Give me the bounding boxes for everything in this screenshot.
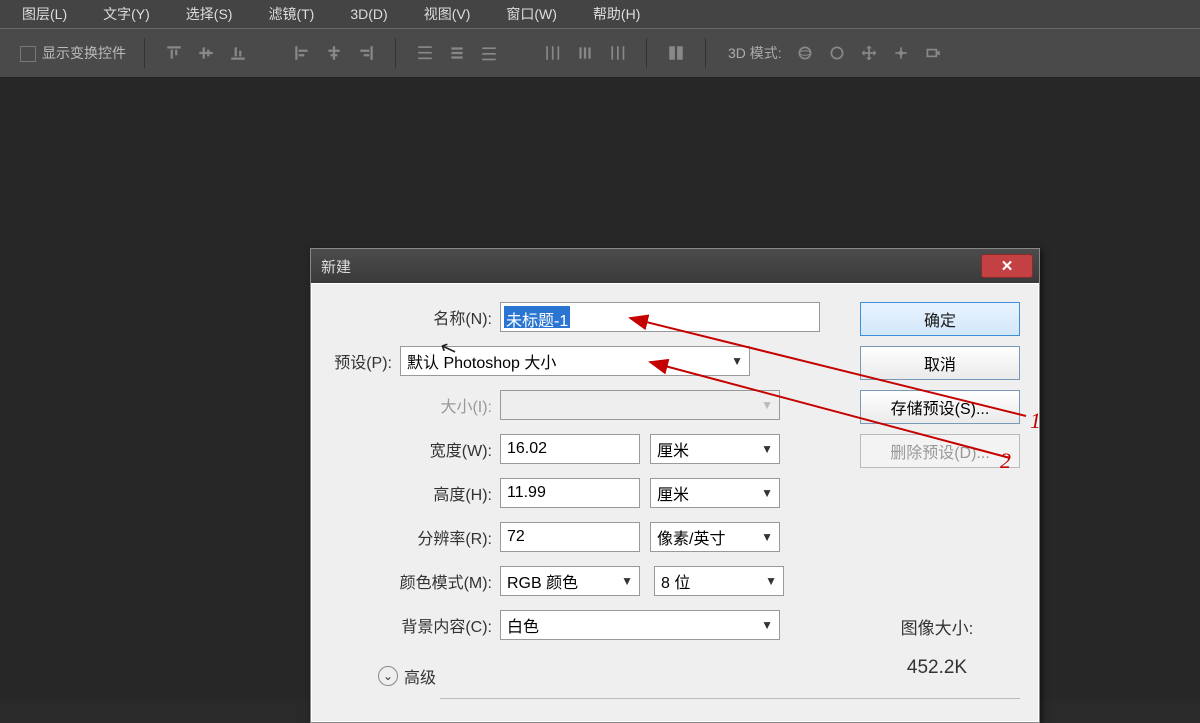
bg-content-combo[interactable]: 白色 ▼ <box>500 610 780 640</box>
align-hcenter-icon[interactable] <box>323 42 345 64</box>
size-combo: ▼ <box>500 390 780 420</box>
dist-left-icon[interactable] <box>542 42 564 64</box>
chevron-down-icon: ▼ <box>761 530 773 544</box>
options-bar: 显示变换控件 3D 模式: <box>0 28 1200 78</box>
close-button[interactable]: ✕ <box>981 254 1033 278</box>
dialog-side-buttons: 确定 取消 存储预设(S)... 删除预设(D)... <box>860 302 1020 468</box>
dialog-titlebar[interactable]: 新建 ✕ <box>311 249 1039 283</box>
name-input-value: 未标题-1 <box>504 306 570 328</box>
align-right-icon[interactable] <box>355 42 377 64</box>
chevron-down-icon: ▼ <box>731 354 743 368</box>
zoom-3d-icon[interactable] <box>922 42 944 64</box>
bg-content-label: 背景内容(C): <box>330 613 500 637</box>
menu-window[interactable]: 窗口(W) <box>488 4 575 24</box>
dialog-title: 新建 <box>321 256 351 277</box>
auto-align-icon[interactable] <box>665 42 687 64</box>
preset-value: 默认 Photoshop 大小 <box>407 349 556 373</box>
dist-right-icon[interactable] <box>606 42 628 64</box>
bit-depth-value: 8 位 <box>661 569 690 593</box>
height-input[interactable] <box>500 478 640 508</box>
show-transform-checkbox[interactable]: 显示变换控件 <box>20 43 126 63</box>
resolution-input[interactable] <box>500 522 640 552</box>
align-bottom-icon[interactable] <box>227 42 249 64</box>
height-label: 高度(H): <box>330 481 500 505</box>
chevron-down-icon: ▼ <box>621 574 633 588</box>
chevron-expand-icon: ⌄ <box>378 666 398 686</box>
distribute-group-2 <box>542 42 628 64</box>
menu-3d[interactable]: 3D(D) <box>332 6 405 22</box>
width-unit-combo[interactable]: 厘米 ▼ <box>650 434 780 464</box>
roll-3d-icon[interactable] <box>826 42 848 64</box>
dist-vcenter-icon[interactable] <box>446 42 468 64</box>
orbit-3d-icon[interactable] <box>794 42 816 64</box>
width-label: 宽度(W): <box>330 437 500 461</box>
menu-select[interactable]: 选择(S) <box>168 4 251 24</box>
close-icon: ✕ <box>1001 257 1014 275</box>
annotation-number-2: 2 <box>1000 448 1011 474</box>
preset-combo[interactable]: 默认 Photoshop 大小 ▼ <box>400 346 750 376</box>
chevron-down-icon: ▼ <box>761 442 773 456</box>
resolution-label: 分辨率(R): <box>330 525 500 549</box>
chevron-down-icon: ▼ <box>765 574 777 588</box>
bg-content-value: 白色 <box>507 613 539 637</box>
image-size-label: 图像大小: <box>872 614 1002 639</box>
name-input-wrap[interactable]: 未标题-1 <box>500 302 820 332</box>
height-unit-value: 厘米 <box>657 481 689 505</box>
menubar: 图层(L) 文字(Y) 选择(S) 滤镜(T) 3D(D) 视图(V) 窗口(W… <box>0 0 1200 28</box>
dist-top-icon[interactable] <box>414 42 436 64</box>
menu-filter[interactable]: 滤镜(T) <box>250 4 332 24</box>
align-vcenter-icon[interactable] <box>195 42 217 64</box>
resolution-unit-value: 像素/英寸 <box>657 525 725 549</box>
show-transform-label: 显示变换控件 <box>42 45 126 61</box>
canvas-area: 新建 ✕ 确定 取消 存储预设(S)... 删除预设(D)... 名称(N): … <box>0 78 1200 701</box>
name-label: 名称(N): <box>330 305 500 329</box>
menu-view[interactable]: 视图(V) <box>406 4 489 24</box>
mode-3d-icons <box>794 42 944 64</box>
menu-help[interactable]: 帮助(H) <box>575 4 658 24</box>
image-size-block: 图像大小: 452.2K <box>872 614 1002 679</box>
slide-3d-icon[interactable] <box>890 42 912 64</box>
preset-label: 预设(P): <box>270 349 400 373</box>
size-label: 大小(I): <box>330 393 500 417</box>
save-preset-button[interactable]: 存储预设(S)... <box>860 390 1020 424</box>
cancel-button[interactable]: 取消 <box>860 346 1020 380</box>
new-document-dialog: 新建 ✕ 确定 取消 存储预设(S)... 删除预设(D)... 名称(N): … <box>310 248 1040 723</box>
resolution-unit-combo[interactable]: 像素/英寸 ▼ <box>650 522 780 552</box>
width-unit-value: 厘米 <box>657 437 689 461</box>
color-mode-combo[interactable]: RGB 颜色 ▼ <box>500 566 640 596</box>
chevron-down-icon: ▼ <box>761 398 773 412</box>
menu-layer[interactable]: 图层(L) <box>4 4 85 24</box>
align-top-icon[interactable] <box>163 42 185 64</box>
ok-button[interactable]: 确定 <box>860 302 1020 336</box>
height-unit-combo[interactable]: 厘米 ▼ <box>650 478 780 508</box>
chevron-down-icon: ▼ <box>761 486 773 500</box>
pan-3d-icon[interactable] <box>858 42 880 64</box>
menu-text[interactable]: 文字(Y) <box>85 4 168 24</box>
width-input[interactable] <box>500 434 640 464</box>
align-group-2 <box>291 42 377 64</box>
chevron-down-icon: ▼ <box>761 618 773 632</box>
advanced-divider <box>440 698 1020 699</box>
bit-depth-combo[interactable]: 8 位 ▼ <box>654 566 784 596</box>
align-group-1 <box>163 42 249 64</box>
dist-hcenter-icon[interactable] <box>574 42 596 64</box>
image-size-value: 452.2K <box>872 657 1002 679</box>
align-left-icon[interactable] <box>291 42 313 64</box>
annotation-number-1: 1 <box>1030 408 1041 434</box>
distribute-group-1 <box>414 42 500 64</box>
mode-3d-label: 3D 模式: <box>728 43 782 63</box>
dist-bottom-icon[interactable] <box>478 42 500 64</box>
advanced-label: 高级 <box>404 664 436 688</box>
color-mode-label: 颜色模式(M): <box>330 569 500 593</box>
color-mode-value: RGB 颜色 <box>507 569 578 593</box>
delete-preset-button: 删除预设(D)... <box>860 434 1020 468</box>
